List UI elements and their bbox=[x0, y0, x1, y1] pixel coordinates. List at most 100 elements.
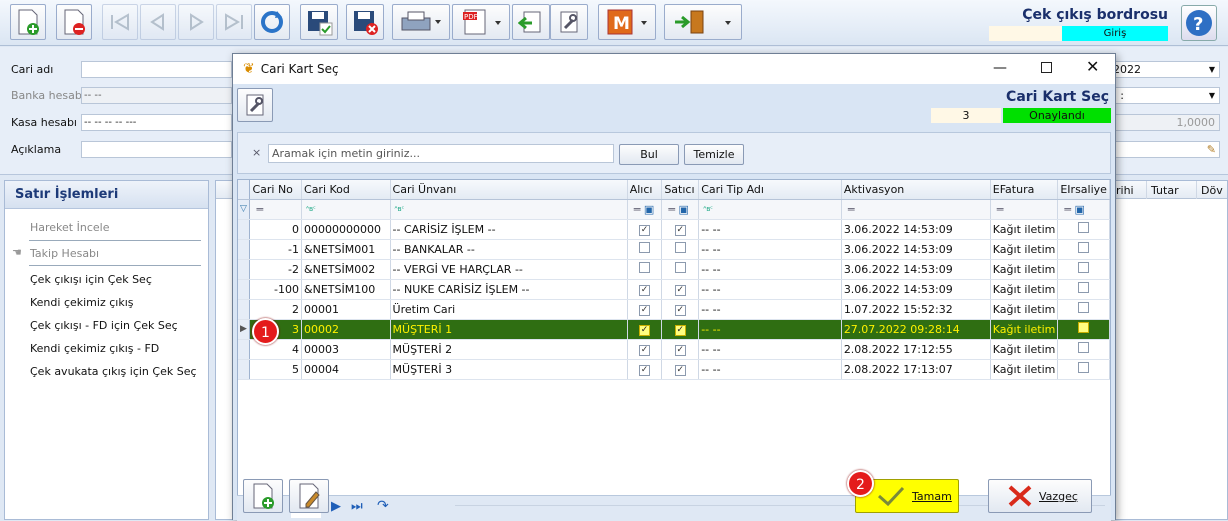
cari-adi-field[interactable] bbox=[81, 61, 232, 78]
time-field[interactable]: : : ▼ bbox=[1108, 87, 1220, 104]
delete-document-button[interactable] bbox=[56, 4, 92, 40]
filter-equals-icon[interactable]: ═ ▣ bbox=[627, 199, 663, 220]
kasa-hesabi-field[interactable]: -- -- -- -- --- bbox=[81, 114, 232, 131]
exit-button[interactable] bbox=[664, 4, 742, 40]
vazgec-button[interactable]: Vazgeç bbox=[988, 479, 1092, 513]
clear-x-icon[interactable]: × bbox=[252, 146, 261, 159]
last-record-button[interactable] bbox=[216, 4, 252, 40]
col-satici[interactable]: Satıcı bbox=[661, 180, 700, 200]
aciklama-right-field[interactable]: ✎ bbox=[1108, 141, 1220, 158]
filter-equals-icon[interactable]: ═ bbox=[249, 199, 303, 220]
col-alici[interactable]: Alıcı bbox=[627, 180, 663, 200]
edit-pencil-icon[interactable]: ✎ bbox=[1207, 142, 1216, 157]
checkbox[interactable] bbox=[674, 262, 686, 273]
col-eirsaliye[interactable]: EIrsaliye bbox=[1057, 180, 1110, 200]
m-menu-button[interactable]: M bbox=[598, 4, 656, 40]
menu-hareket-incele[interactable]: Hareket İncele bbox=[30, 221, 109, 234]
checkbox[interactable] bbox=[1078, 282, 1090, 293]
checkbox[interactable]: ✓ bbox=[639, 285, 650, 296]
table-row[interactable]: 0 00000000000 -- CARİSİZ İŞLEM -- ✓ ✓ -- -- 3.… bbox=[238, 219, 1110, 240]
year-field[interactable]: 2022 ▼ bbox=[1108, 61, 1220, 78]
pdf-export-button[interactable]: PDF bbox=[452, 4, 510, 40]
table-row[interactable]: ▶ 3 00002 MÜŞTERİ 1 ✓ ✓ -- -- 27.07.2022 09:28:… bbox=[238, 319, 1110, 340]
filter-text-icon[interactable]: ᴬʙᶜ bbox=[390, 199, 628, 220]
add-cari-button[interactable] bbox=[243, 479, 283, 513]
print-button[interactable] bbox=[392, 4, 450, 40]
save-approve-button[interactable] bbox=[300, 4, 338, 40]
refresh-button[interactable] bbox=[254, 4, 290, 40]
minimize-icon[interactable]: — bbox=[993, 60, 1007, 76]
help-button[interactable]: ? bbox=[1181, 5, 1217, 41]
next-record-button[interactable] bbox=[178, 4, 214, 40]
table-row[interactable]: 2 00001 Üretim Cari ✓ ✓ -- -- 1.07.2022 15:52:… bbox=[238, 299, 1110, 320]
checkbox[interactable] bbox=[1078, 262, 1090, 273]
divider bbox=[29, 240, 201, 241]
redo-icon[interactable]: ↷ bbox=[377, 498, 389, 514]
edit-cari-button[interactable] bbox=[289, 479, 329, 513]
checkbox[interactable]: ✓ bbox=[674, 325, 686, 336]
settings-button[interactable] bbox=[550, 4, 588, 40]
filter-equals-icon[interactable]: ═ ▣ bbox=[661, 199, 700, 220]
checkbox[interactable]: ✓ bbox=[674, 305, 686, 316]
checkbox[interactable] bbox=[1078, 322, 1090, 333]
checkbox[interactable]: ✓ bbox=[674, 345, 686, 356]
checkbox[interactable]: ✓ bbox=[639, 325, 650, 336]
filter-equals-icon[interactable]: ═ bbox=[990, 199, 1059, 220]
filter-equals-icon[interactable]: ═ bbox=[841, 199, 991, 220]
checkbox[interactable]: ✓ bbox=[674, 365, 686, 376]
menu-takip-hesabi[interactable]: Takip Hesabı bbox=[30, 247, 99, 260]
menu-kendi-cekimiz[interactable]: Kendi çekimiz çıkış bbox=[30, 296, 134, 309]
first-record-button[interactable] bbox=[102, 4, 138, 40]
aciklama-field[interactable] bbox=[81, 141, 232, 158]
table-row[interactable]: -100 &NETSİM100 -- NUKE CARİSİZ İŞLEM -- ✓ ✓… bbox=[238, 279, 1110, 300]
checkbox[interactable]: ✓ bbox=[639, 225, 650, 236]
row-indicator bbox=[238, 279, 251, 300]
col-cari-kod[interactable]: Cari Kod bbox=[301, 180, 391, 200]
checkbox[interactable] bbox=[1078, 302, 1090, 313]
col-cari-no[interactable]: Cari No bbox=[249, 180, 303, 200]
dialog-settings-button[interactable] bbox=[237, 88, 273, 122]
checkbox[interactable] bbox=[639, 242, 650, 253]
checkbox[interactable] bbox=[639, 262, 650, 273]
filter-equals-icon[interactable]: ═ ▣ bbox=[1057, 199, 1110, 220]
rate-field[interactable]: 1,0000 bbox=[1108, 114, 1220, 131]
checkbox[interactable]: ✓ bbox=[674, 225, 686, 236]
filter-text-icon[interactable]: ᴬʙᶜ bbox=[698, 199, 842, 220]
col-cari-unvani[interactable]: Cari Ünvanı bbox=[390, 180, 628, 200]
bul-button[interactable]: Bul bbox=[619, 144, 679, 165]
menu-cek-sec[interactable]: Çek çıkışı için Çek Seç bbox=[30, 273, 152, 286]
cell-alici: ✓ bbox=[627, 299, 663, 320]
close-icon[interactable]: ✕ bbox=[1086, 57, 1099, 76]
table-row[interactable]: 4 00003 MÜŞTERİ 2 ✓ ✓ -- -- 2.08.2022 17:12:55… bbox=[238, 339, 1110, 360]
search-input[interactable]: Aramak için metin giriniz... bbox=[268, 144, 614, 163]
checkbox[interactable] bbox=[1078, 222, 1090, 233]
filter-text-icon[interactable]: ᴬʙᶜ bbox=[301, 199, 391, 220]
menu-cek-sec-fd[interactable]: Çek çıkışı - FD için Çek Seç bbox=[30, 319, 178, 332]
checkbox[interactable] bbox=[1078, 362, 1090, 373]
col-cari-tip-adi[interactable]: Cari Tip Adı bbox=[698, 180, 842, 200]
checkbox[interactable] bbox=[1078, 242, 1090, 253]
save-cancel-button[interactable] bbox=[346, 4, 384, 40]
temizle-button[interactable]: Temizle bbox=[684, 144, 744, 165]
table-row[interactable]: -2 &NETSİM002 -- VERGİ VE HARÇLAR -- -- -- 3… bbox=[238, 259, 1110, 280]
checkbox[interactable] bbox=[674, 242, 686, 253]
checkbox[interactable]: ✓ bbox=[674, 285, 686, 296]
last-page-icon[interactable]: ⏭ bbox=[351, 499, 363, 514]
new-document-button[interactable] bbox=[10, 4, 46, 40]
menu-kendi-cekimiz-fd[interactable]: Kendi çekimiz çıkış - FD bbox=[30, 342, 159, 355]
maximize-icon[interactable] bbox=[1041, 62, 1052, 73]
checkbox[interactable] bbox=[1078, 342, 1090, 353]
next-page-icon[interactable]: ▶ bbox=[331, 499, 341, 514]
table-row[interactable]: -1 &NETSİM001 -- BANKALAR -- -- -- 3.06.2022… bbox=[238, 239, 1110, 260]
table-row[interactable]: 5 00004 MÜŞTERİ 3 ✓ ✓ -- -- 2.08.2022 17:13:07… bbox=[238, 359, 1110, 380]
col-aktivasyon[interactable]: Aktivasyon bbox=[841, 180, 991, 200]
menu-avukata-cek-sec[interactable]: Çek avukata çıkış için Çek Seç bbox=[30, 365, 197, 378]
col-efatura[interactable]: EFatura bbox=[990, 180, 1059, 200]
checkbox[interactable]: ✓ bbox=[639, 365, 650, 376]
cell-satici bbox=[661, 239, 700, 260]
previous-record-button[interactable] bbox=[140, 4, 176, 40]
import-button[interactable] bbox=[512, 4, 550, 40]
checkbox[interactable]: ✓ bbox=[639, 345, 650, 356]
checkbox[interactable]: ✓ bbox=[639, 305, 650, 316]
banka-hesabi-field[interactable]: -- -- bbox=[81, 87, 232, 104]
